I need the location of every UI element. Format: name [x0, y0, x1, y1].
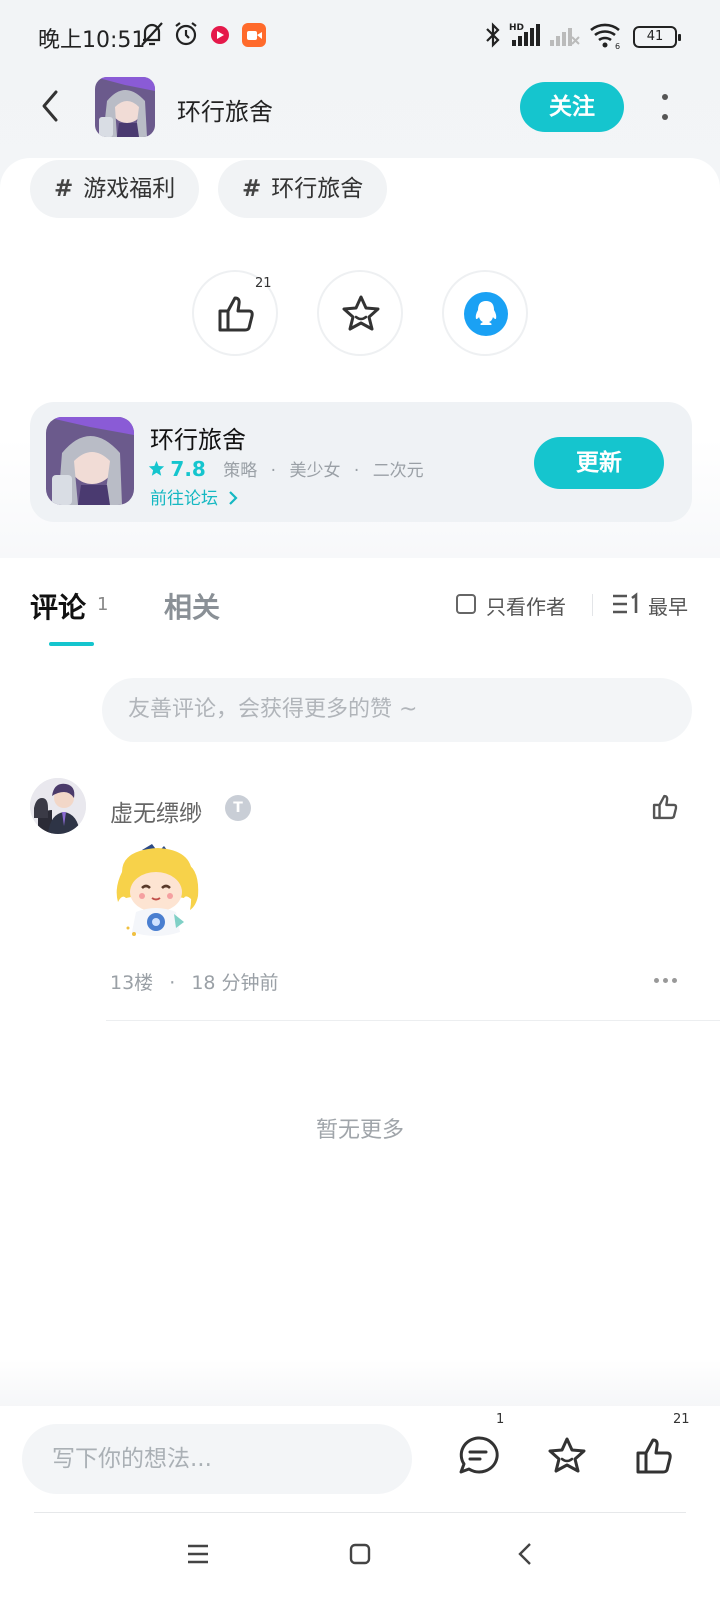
game-meta: 7.8 策略 · 美少女 · 二次元: [148, 456, 424, 481]
status-bar: 晚上10:51 HD 6 41: [0, 0, 720, 72]
thumbs-up-icon[interactable]: [632, 1434, 676, 1478]
meta-separator: ·: [353, 461, 360, 481]
alarm-icon: [175, 22, 197, 46]
more-options-icon[interactable]: [655, 90, 675, 124]
game-category: 二次元: [372, 461, 424, 481]
forum-link[interactable]: 前往论坛: [150, 484, 239, 509]
forum-link-label: 前往论坛: [150, 489, 218, 509]
sticker-image: [116, 844, 199, 936]
video-app-icon: [242, 23, 266, 47]
author-only-label[interactable]: 只看作者: [486, 591, 566, 620]
sort-label[interactable]: 最早: [648, 591, 688, 620]
favorite-button[interactable]: [317, 270, 403, 356]
divider: [106, 1020, 720, 1021]
battery-icon: 41: [633, 26, 681, 48]
silent-bell-icon: [141, 22, 163, 46]
comment-icon[interactable]: [456, 1434, 500, 1478]
comment-time: 18 分钟前: [191, 972, 279, 994]
hash-icon: #: [54, 176, 74, 202]
tag-label: 游戏福利: [83, 176, 176, 202]
comment-count: 1: [496, 1412, 505, 1427]
star-icon[interactable]: [545, 1434, 589, 1478]
author-only-checkbox[interactable]: [456, 594, 476, 614]
tab-comments[interactable]: 评论: [30, 586, 86, 626]
app-notification-icon: [211, 26, 229, 44]
game-card[interactable]: 环行旅舍 7.8 策略 · 美少女 · 二次元 前往论坛 更新: [30, 402, 692, 522]
comment-input[interactable]: 友善评论，会获得更多的赞 ~: [102, 678, 692, 742]
hash-icon: #: [242, 176, 262, 202]
character-illustration-icon: [95, 77, 155, 137]
update-button[interactable]: 更新: [534, 437, 664, 489]
back-button[interactable]: [32, 86, 72, 126]
comment-count: 1: [97, 594, 109, 615]
follow-button[interactable]: 关注: [520, 82, 624, 132]
svg-text:6: 6: [615, 42, 620, 50]
thumbs-up-icon: [218, 296, 254, 332]
meta-separator: ·: [169, 972, 176, 994]
chevron-right-icon: [229, 491, 238, 505]
system-nav-bar: [0, 1514, 720, 1600]
signal-hd-icon: HD: [509, 23, 540, 46]
tab-indicator: [49, 642, 94, 646]
thumbs-up-icon[interactable]: [650, 792, 680, 822]
no-more-label: 暂无更多: [315, 1118, 404, 1143]
bottom-fade: [0, 1360, 720, 1408]
bottom-comment-input[interactable]: 写下你的想法...: [22, 1424, 412, 1494]
divider: [592, 594, 593, 616]
game-category: 策略: [223, 461, 258, 481]
qq-icon: [464, 292, 508, 336]
svg-text:HD: HD: [509, 23, 524, 33]
app-header: 环行旅舍 关注: [0, 72, 720, 156]
like-count: 21: [255, 276, 272, 291]
comment-meta: 13楼 · 18 分钟前: [110, 968, 279, 995]
game-score: 7.8: [170, 457, 206, 481]
share-qq-button[interactable]: [442, 270, 528, 356]
game-category: 美少女: [289, 461, 341, 481]
signal-empty-icon: [550, 28, 580, 46]
comment-username[interactable]: 虚无缥缈: [110, 794, 202, 828]
page-title: 环行旅舍: [177, 98, 273, 126]
user-avatar-icon: [30, 778, 86, 834]
back-icon[interactable]: [514, 1542, 538, 1566]
menu-icon[interactable]: [186, 1542, 210, 1566]
bluetooth-icon: [486, 22, 500, 48]
tag-game-benefits[interactable]: # 游戏福利: [30, 160, 200, 218]
divider: [34, 1512, 686, 1513]
tag-label: 环行旅舍: [271, 176, 364, 202]
bottom-bar: 写下你的想法... 1 21: [0, 1406, 720, 1516]
star-icon: [342, 295, 380, 331]
tag-game-name[interactable]: # 环行旅舍: [218, 160, 388, 218]
game-icon[interactable]: [46, 417, 134, 505]
level-badge: T: [225, 795, 251, 821]
status-time: 晚上10:51: [38, 28, 146, 53]
game-name: 环行旅舍: [150, 426, 246, 454]
comment-floor: 13楼: [110, 972, 154, 994]
game-avatar[interactable]: [95, 77, 155, 137]
avatar[interactable]: [30, 778, 86, 834]
home-icon[interactable]: [348, 1542, 372, 1566]
meta-separator: ·: [270, 461, 277, 481]
sort-icon[interactable]: [611, 592, 641, 616]
tab-related[interactable]: 相关: [164, 586, 220, 626]
comment-more-icon[interactable]: [654, 978, 678, 984]
star-filled-icon: [148, 460, 165, 476]
like-count: 21: [673, 1412, 690, 1427]
wifi-icon: 6: [590, 23, 620, 50]
character-illustration-icon: [46, 417, 134, 505]
